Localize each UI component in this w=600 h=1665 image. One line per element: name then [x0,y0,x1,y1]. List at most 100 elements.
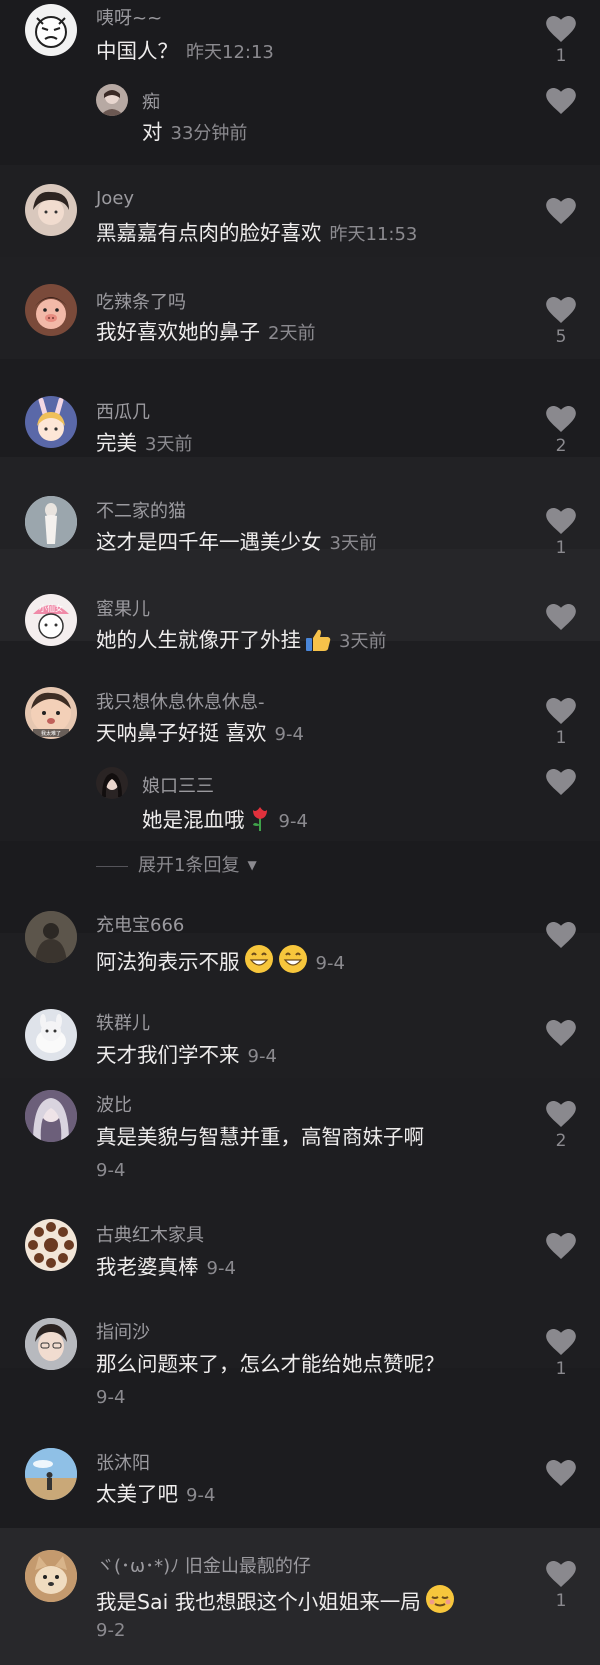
comment-author[interactable]: 蜜果儿 [96,595,150,621]
comment-body: 我是Sai 我也想跟这个小姐姐来一局 [96,1590,421,1614]
like-count: 1 [555,1591,567,1611]
avatar[interactable] [25,396,77,448]
avatar[interactable] [25,911,77,963]
comment-author[interactable]: 古典红木家具 [96,1221,204,1247]
like-button[interactable]: 1 [544,1329,578,1379]
like-button[interactable]: 1 [544,16,578,66]
comment-author[interactable]: 西瓜几 [96,398,150,424]
comment-body: 天呐鼻子好挺 喜欢 [96,721,267,745]
comment-author[interactable]: 我只想休息休息休息- [96,688,265,714]
comment-author[interactable]: 痴 [142,88,160,114]
like-count: 2 [555,1131,567,1151]
comment-time: 2天前 [268,323,316,344]
divider [96,865,128,867]
heart-icon [544,1460,578,1486]
heart-icon [544,1101,578,1127]
avatar[interactable] [25,4,77,56]
band [0,1368,600,1528]
comment-time: 3天前 [145,434,193,455]
avatar[interactable]: 小仙女 [25,594,77,646]
heart-icon [544,297,578,323]
comment-author[interactable]: 娘口三三 [142,772,214,798]
like-button[interactable]: 2 [544,1101,578,1151]
like-button[interactable] [544,1460,578,1490]
comment-author[interactable]: ヾ(･ω･*)ﾉ 旧金山最靓的仔 [96,1552,311,1578]
avatar[interactable] [25,1219,77,1271]
comment-time: 9-4 [96,1387,126,1408]
expand-replies-button[interactable]: 展开1条回复 ▼ [96,851,257,877]
band [0,1078,600,1368]
comment-body: 她的人生就像开了外挂 [96,628,301,652]
comment-body: 我好喜欢她的鼻子 [96,320,260,344]
comment-text: 完美 3天前 [96,430,192,458]
comment-author[interactable]: 张沐阳 [96,1449,150,1475]
comment-time: 昨天12:13 [186,42,274,63]
comment-body: 中国人？ [96,39,178,63]
like-count: 1 [555,728,567,748]
comment-text: 天才我们学不来 9-4 [96,1042,277,1070]
comment-text: 太美了吧 9-4 [96,1481,215,1509]
avatar[interactable] [25,184,77,236]
heart-icon [544,1329,578,1355]
comment-time: 9-4 [206,1258,236,1279]
heart-icon [544,1020,578,1046]
avatar[interactable] [25,1448,77,1500]
like-button[interactable] [544,604,578,634]
avatar[interactable] [25,284,77,336]
heart-icon [544,88,578,114]
heart-icon [544,769,578,795]
comment-text: 真是美貌与智慧并重，高智商妹子啊 [96,1124,424,1150]
avatar[interactable] [25,496,77,548]
avatar[interactable] [25,1318,77,1370]
like-button[interactable] [544,1233,578,1263]
comment-time: 9-2 [96,1620,126,1641]
heart-icon [544,406,578,432]
heart-icon [544,198,578,224]
like-button[interactable]: 1 [544,1561,578,1611]
comment-text: 中国人？ 昨天12:13 [96,38,274,66]
comment-body: 黑嘉嘉有点肉的脸好喜欢 [96,221,322,245]
like-button[interactable] [544,922,578,952]
comment-text: 我好喜欢她的鼻子 2天前 [96,319,315,347]
triangle-down-icon: ▼ [247,858,257,872]
comment-author[interactable]: 轶群儿 [96,1009,150,1035]
comment-author[interactable]: 波比 [96,1091,132,1117]
like-button[interactable] [544,1020,578,1050]
like-button[interactable]: 5 [544,297,578,347]
comment-author[interactable]: 不二家的猫 [96,497,186,523]
avatar[interactable]: 我太难了 [25,687,77,739]
comment-body: 真是美貌与智慧并重，高智商妹子啊 [96,1125,424,1149]
like-button[interactable] [544,198,578,228]
comment-author[interactable]: Joey [96,188,134,209]
comment-author[interactable]: 吃辣条了吗 [96,288,186,314]
comment-body: 她是混血哦 [142,808,245,832]
thumbs-up-icon [305,628,331,658]
comment-text: 她的人生就像开了外挂 3天前 [96,627,386,658]
avatar[interactable] [96,767,128,799]
comment-text: 对 33分钟前 [142,119,247,147]
like-button[interactable]: 1 [544,698,578,748]
like-button[interactable]: 1 [544,508,578,558]
avatar-caption: 小仙女 [39,603,63,613]
rose-icon [249,804,271,838]
like-button[interactable] [544,769,578,799]
like-count: 2 [555,436,567,456]
comment-author[interactable]: 咦呀~~ [96,4,162,30]
like-button[interactable] [544,88,578,118]
comment-time: 33分钟前 [170,123,248,144]
comment-author[interactable]: 指间沙 [96,1318,150,1344]
avatar[interactable] [25,1550,77,1602]
avatar[interactable] [25,1009,77,1061]
heart-icon [544,508,578,534]
heart-icon [544,1561,578,1587]
comment-text: 天呐鼻子好挺 喜欢 9-4 [96,720,304,748]
comment-time: 昨天11:53 [329,224,418,245]
comment-time: 9-4 [247,1046,277,1067]
comment-author[interactable]: 充电宝666 [96,911,184,937]
avatar-caption: 我太难了 [41,730,61,737]
like-button[interactable]: 2 [544,406,578,456]
avatar[interactable] [25,1090,77,1142]
heart-icon [544,922,578,948]
avatar[interactable] [96,84,128,116]
comment-text: 我是Sai 我也想跟这个小姐姐来一局 [96,1584,455,1620]
